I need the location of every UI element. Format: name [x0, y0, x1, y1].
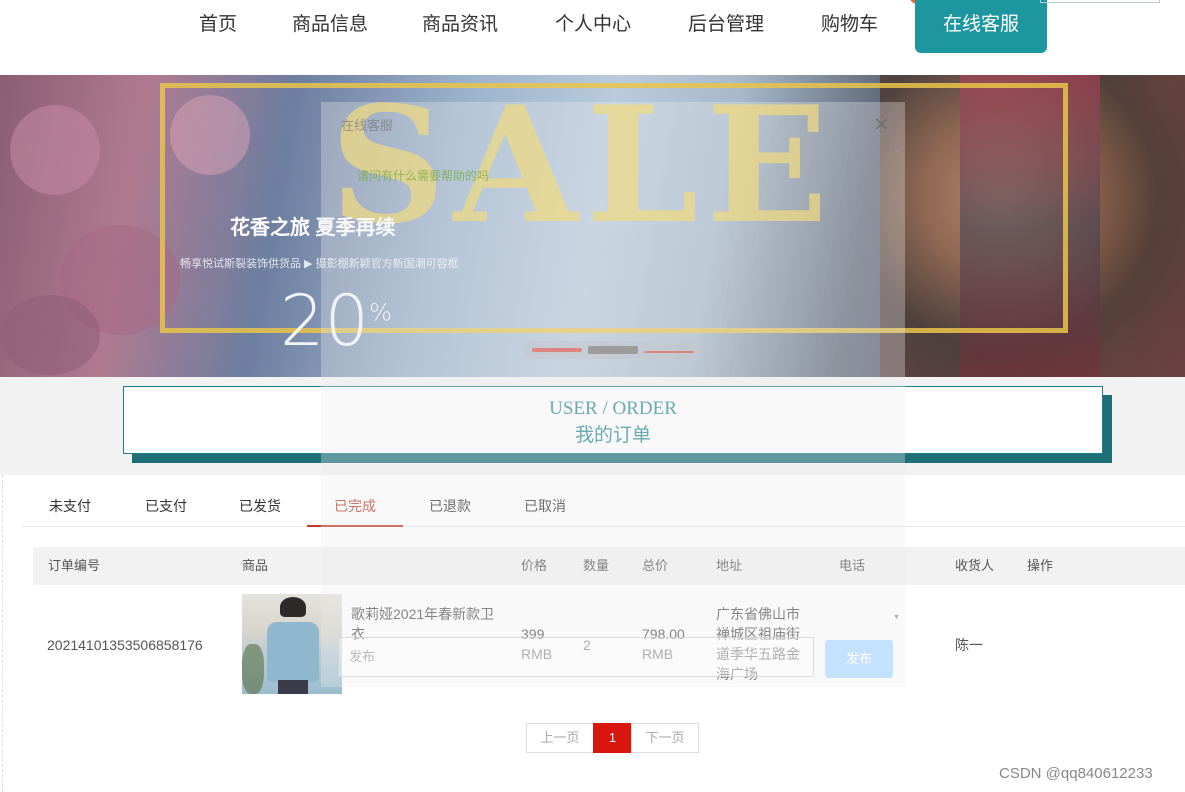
scroll-down-icon[interactable]: ▼ [893, 614, 900, 621]
chat-title: 在线客服 [341, 118, 394, 133]
nav-admin[interactable]: 后台管理 [688, 12, 764, 38]
col-product: 商品 [242, 558, 269, 573]
nav-profile[interactable]: 个人中心 [555, 12, 631, 38]
online-service-button[interactable]: 在线客服 [915, 0, 1047, 53]
chat-welcome-message: 请问有什么需要帮助的吗 [357, 169, 490, 183]
thumb-hat [280, 597, 306, 617]
flower-decoration [10, 105, 100, 195]
csdn-watermark: CSDN @qq840612233 [999, 765, 1153, 782]
pager-next-button[interactable]: 下一页 [631, 723, 699, 753]
scroll-up-icon[interactable]: ▲ [893, 147, 900, 154]
col-receiver: 收货人 [955, 558, 995, 573]
top-nav: 首页 商品信息 商品资讯 个人中心 后台管理 购物车 在线客服 [0, 0, 1185, 75]
thumb-hoodie [267, 622, 319, 682]
col-action: 操作 [1027, 558, 1054, 573]
tab-shipped[interactable]: 已发货 [212, 485, 308, 527]
nav-home[interactable]: 首页 [199, 12, 237, 38]
online-service-chat: 在线客服 ✕ ▲ 请问有什么需要帮助的吗 ▼ 发布 发布 [321, 102, 905, 687]
pager-page-1[interactable]: 1 [593, 723, 632, 753]
order-number: 20214101353506858176 [47, 637, 203, 653]
chat-send-button[interactable]: 发布 [825, 640, 893, 678]
tab-unpaid[interactable]: 未支付 [22, 485, 118, 527]
close-icon[interactable]: ✕ [873, 112, 890, 137]
thumb-legs [278, 680, 308, 694]
nav-cart[interactable]: 购物车 [821, 12, 878, 38]
col-order-no: 订单编号 [48, 558, 101, 573]
nav-news[interactable]: 商品资讯 [422, 12, 498, 38]
nav-products[interactable]: 商品信息 [292, 12, 368, 38]
tab-paid[interactable]: 已支付 [118, 485, 214, 527]
chat-input[interactable]: 发布 [338, 637, 814, 677]
order-receiver: 陈一 [955, 637, 983, 653]
flower-decoration [0, 295, 100, 375]
search-box-edge[interactable] [1040, 0, 1160, 3]
pager-prev-button[interactable]: 上一页 [526, 723, 594, 753]
thumb-plant [242, 644, 264, 694]
